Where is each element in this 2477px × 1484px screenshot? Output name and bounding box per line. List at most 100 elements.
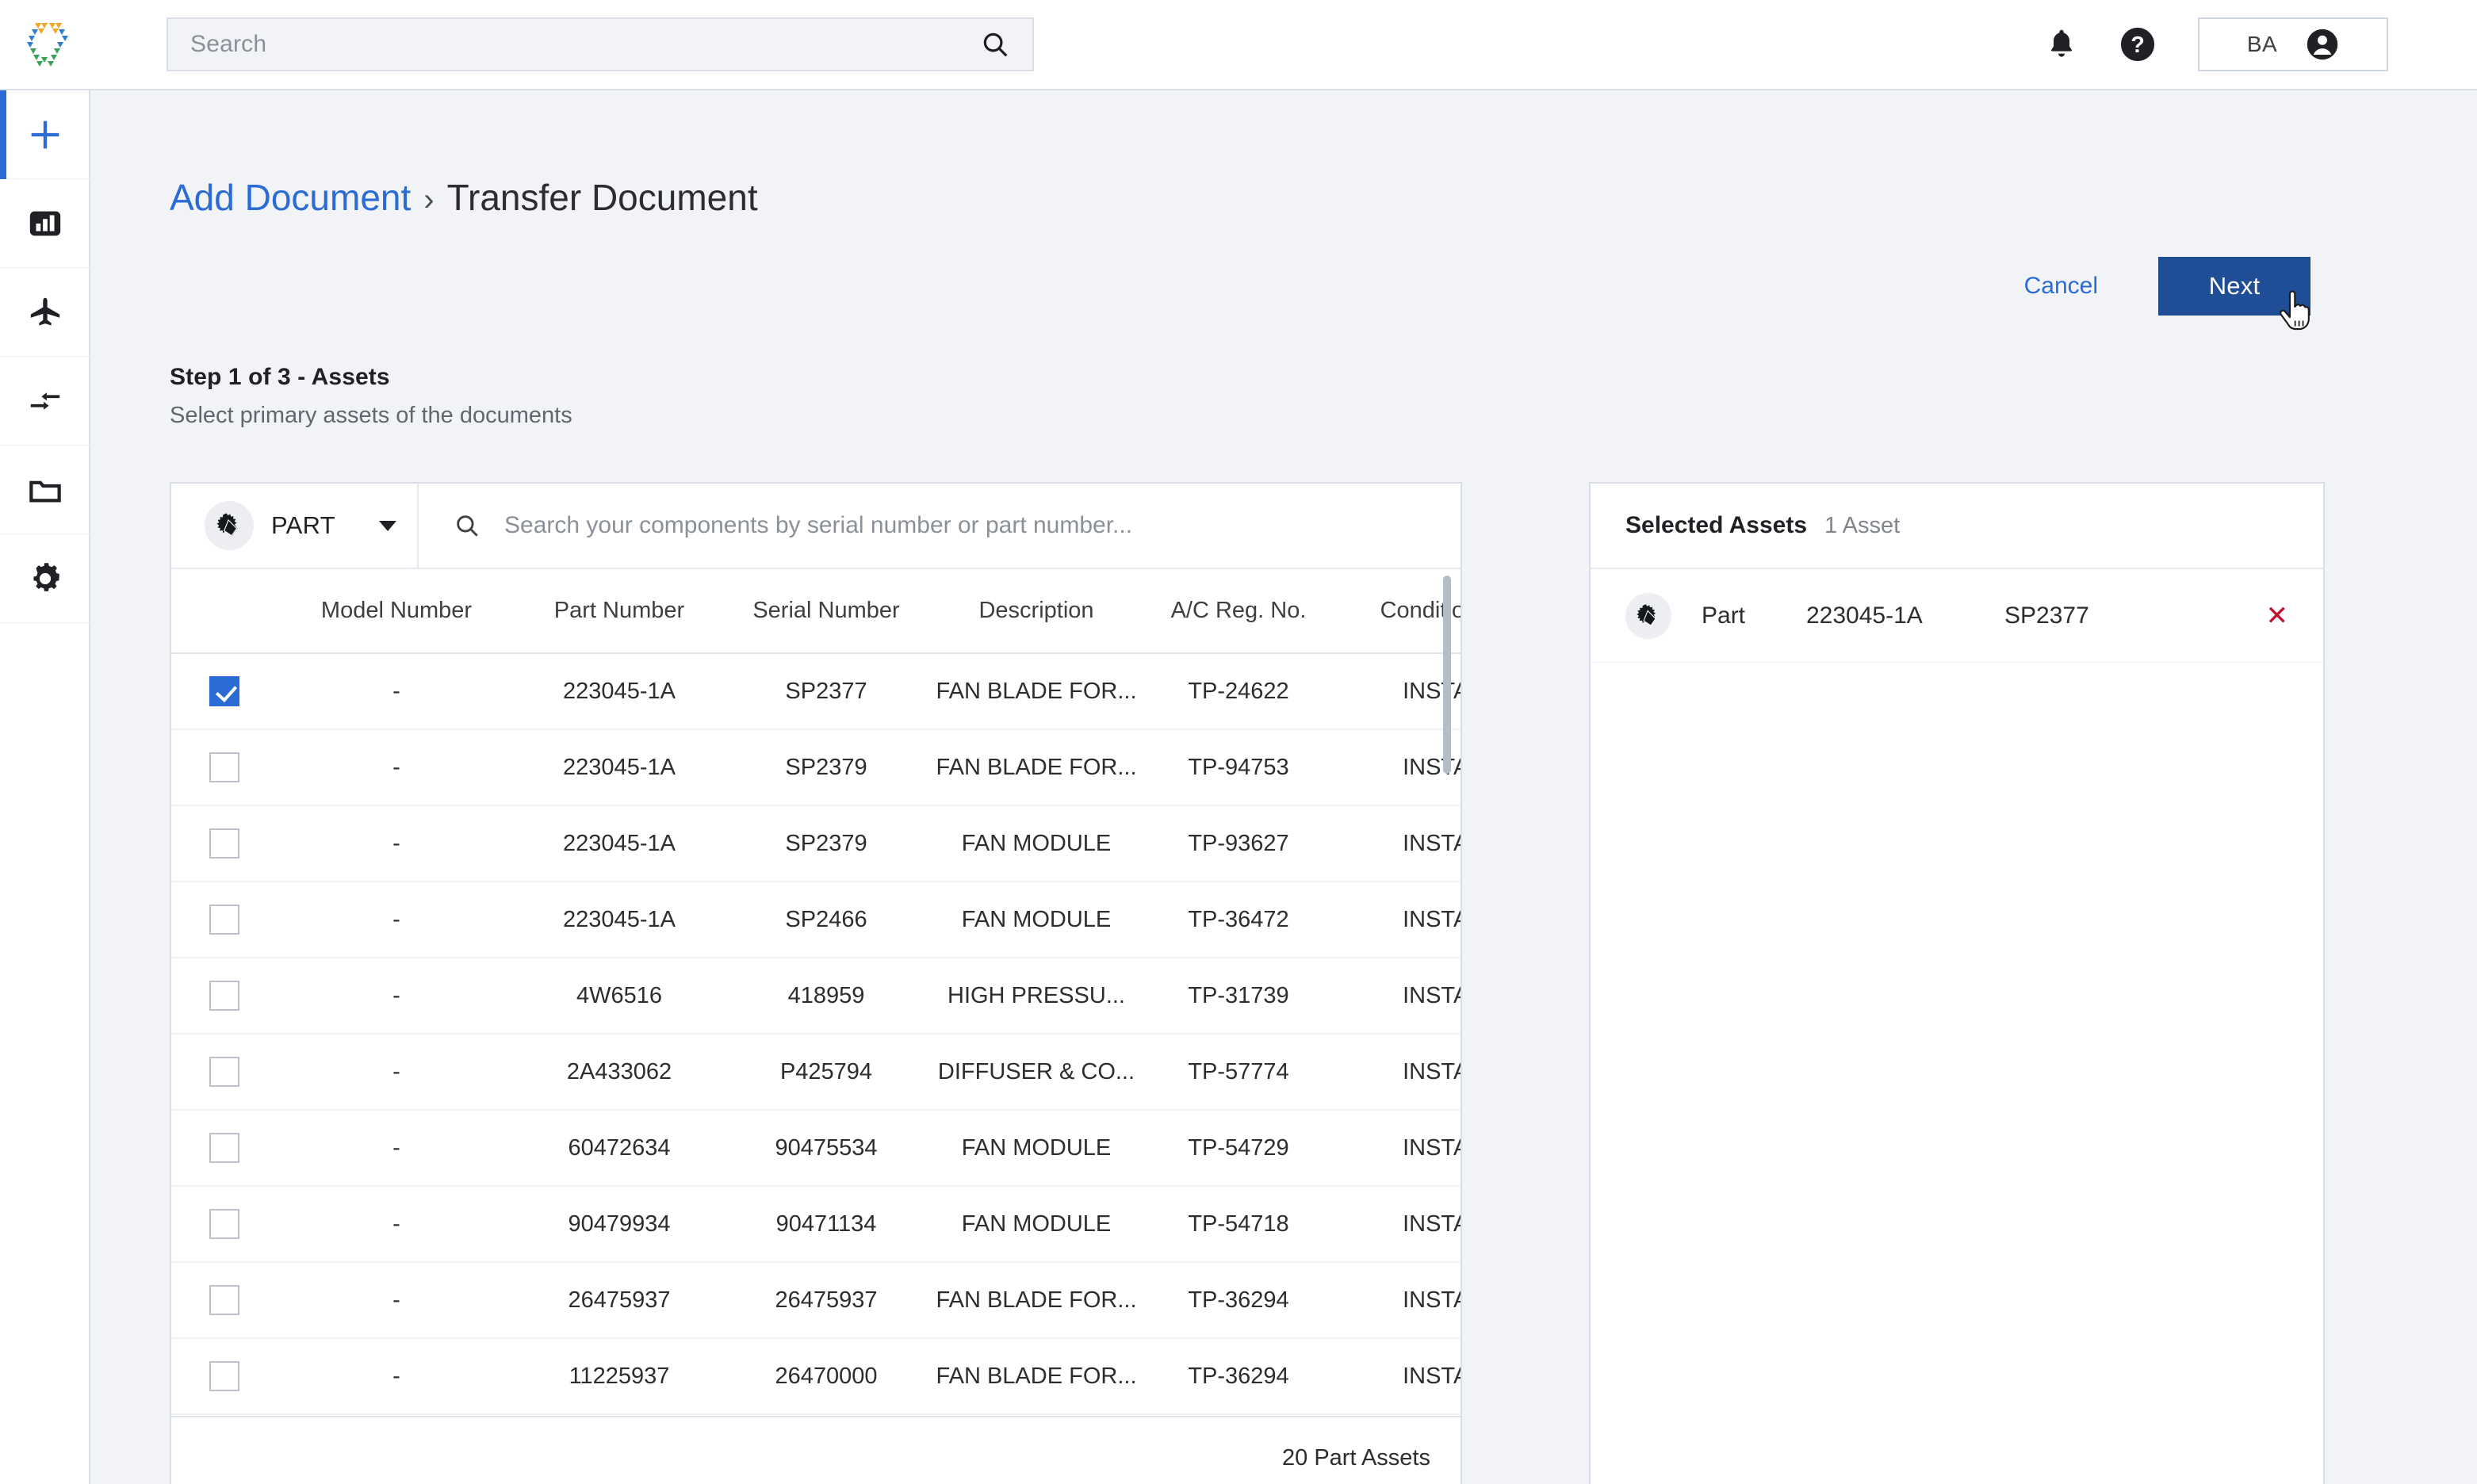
left-sidebar: [0, 90, 90, 1484]
cell-description: FAN BLADE FOR...: [929, 729, 1143, 806]
table-row[interactable]: -223045-1ASP2466FAN MODULETP-36472INSTAL…: [171, 882, 1461, 958]
transfer-arrows-icon: [30, 392, 60, 410]
sidebar-item-settings[interactable]: [0, 534, 90, 623]
col-header-serial-number[interactable]: Serial Number: [723, 569, 929, 654]
component-search[interactable]: [419, 512, 1461, 539]
table-row[interactable]: -26475937 26475937 FAN BLADE FOR... TP-3629…: [171, 1262, 1461, 1339]
row-checkbox[interactable]: [209, 752, 239, 782]
assets-table-body: -223045-1A SP2377 FAN BLADE FOR... TP-24622…: [171, 653, 1461, 1415]
breadcrumb-parent-link[interactable]: Add Document: [170, 176, 411, 219]
cell-description: FAN MODULE: [929, 882, 1143, 958]
row-select-cell[interactable]: [171, 1186, 278, 1263]
row-select-cell[interactable]: [171, 729, 278, 806]
help-button[interactable]: ?: [2100, 6, 2176, 82]
global-search-field[interactable]: Search: [167, 17, 1034, 71]
cell-serial-number: 26470000: [723, 1338, 929, 1415]
global-search-placeholder: Search: [190, 31, 267, 57]
part-glyph-icon: [216, 513, 238, 537]
sidebar-item-dashboard[interactable]: [0, 179, 90, 268]
col-header-model-number[interactable]: Model Number: [278, 569, 515, 654]
row-checkbox[interactable]: [209, 1285, 239, 1315]
cell-condition-status: INSTALLED: [1334, 958, 1461, 1035]
table-row[interactable]: -9047993490471134FAN MODULETP-54718INSTA…: [171, 1186, 1461, 1263]
cancel-button[interactable]: Cancel: [1997, 258, 2125, 315]
row-checkbox[interactable]: [209, 905, 239, 935]
col-header-part-number[interactable]: Part Number: [515, 569, 723, 654]
row-select-cell[interactable]: [171, 882, 278, 958]
part-glyph-icon: [1637, 603, 1656, 626]
row-select-cell[interactable]: [171, 958, 278, 1035]
col-header-condition-status[interactable]: Condition Status: [1334, 569, 1461, 654]
cell-part-number: 223045-1A: [515, 805, 723, 882]
cell-part-number: 223045-1A: [515, 729, 723, 806]
cell-part-number: 90479934: [515, 1186, 723, 1263]
row-checkbox[interactable]: [209, 981, 239, 1011]
folder-icon: [29, 480, 61, 503]
asset-picker-card: PART Model Number Part Nu: [170, 482, 1462, 1484]
col-header-ac-reg-no[interactable]: A/C Reg. No.: [1143, 569, 1334, 654]
row-checkbox[interactable]: [209, 1361, 239, 1391]
table-row[interactable]: -6047263490475534FAN MODULETP-54729INSTA…: [171, 1110, 1461, 1187]
sidebar-item-transfers[interactable]: [0, 357, 90, 446]
cell-part-number: 223045-1A: [515, 882, 723, 958]
cell-model-number: -: [278, 653, 515, 730]
cell-ac-reg-no: TP-54718: [1143, 1186, 1334, 1263]
row-checkbox[interactable]: [209, 1209, 239, 1239]
company-hex-logo[interactable]: [0, 0, 90, 90]
table-row[interactable]: -4W6516418959HIGH PRESSU...TP-31739INSTA…: [171, 958, 1461, 1035]
list-item[interactable]: Part 223045-1A SP2377 ✕: [1591, 569, 2323, 663]
table-scrollbar[interactable]: [1443, 572, 1456, 1413]
row-select-cell[interactable]: [171, 805, 278, 882]
notifications-button[interactable]: [2023, 6, 2100, 82]
close-x-icon[interactable]: ✕: [2266, 602, 2289, 629]
cell-description: FAN BLADE FOR...: [929, 1338, 1143, 1415]
row-checkbox[interactable]: [209, 1057, 239, 1087]
row-select-cell[interactable]: [171, 1110, 278, 1187]
table-row[interactable]: -11225937 26470000 FAN BLADE FOR... TP-3629…: [171, 1338, 1461, 1415]
cell-model-number: -: [278, 882, 515, 958]
table-row[interactable]: -223045-1ASP2379FAN MODULETP-93627INSTAL…: [171, 805, 1461, 882]
user-menu[interactable]: BA: [2198, 17, 2388, 71]
sidebar-item-add[interactable]: [0, 90, 90, 179]
user-initials: BA: [2246, 32, 2278, 56]
svg-text:?: ?: [2131, 33, 2145, 58]
row-checkbox[interactable]: [209, 828, 239, 859]
cell-description: FAN MODULE: [929, 1186, 1143, 1263]
col-header-description[interactable]: Description: [929, 569, 1143, 654]
cell-part-number: 26475937: [515, 1262, 723, 1339]
cell-ac-reg-no: TP-24622: [1143, 653, 1334, 730]
sidebar-item-documents[interactable]: [0, 446, 90, 534]
table-row[interactable]: -2A433062 P425794 DIFFUSER & CO... TP-57774…: [171, 1034, 1461, 1111]
cell-model-number: -: [278, 1338, 515, 1415]
asset-count-label: 20 Part Assets: [1282, 1444, 1430, 1471]
row-checkbox[interactable]: [209, 676, 239, 706]
cell-description: FAN BLADE FOR...: [929, 1262, 1143, 1339]
part-icon: [205, 501, 254, 550]
cell-serial-number: SP2379: [723, 805, 929, 882]
cell-model-number: -: [278, 1186, 515, 1263]
table-row[interactable]: -223045-1A SP2379 FAN BLADE FOR... TP-94753…: [171, 729, 1461, 806]
table-scrollbar-thumb[interactable]: [1443, 576, 1451, 774]
assets-table-wrapper: Model Number Part Number Serial Number D…: [171, 569, 1461, 1416]
cell-serial-number: 26475937: [723, 1262, 929, 1339]
chevron-down-icon: [379, 520, 396, 531]
table-row[interactable]: -223045-1A SP2377 FAN BLADE FOR... TP-24622…: [171, 653, 1461, 730]
sidebar-item-fleet[interactable]: [0, 268, 90, 357]
page-content: Add Document › Transfer Document Cancel …: [90, 90, 2477, 1484]
assets-table-footer: 20 Part Assets: [171, 1416, 1461, 1484]
cell-ac-reg-no: TP-36472: [1143, 882, 1334, 958]
cell-condition-status: INSTALLED: [1334, 653, 1461, 730]
row-select-cell[interactable]: [171, 1034, 278, 1111]
row-select-cell[interactable]: [171, 1262, 278, 1339]
cell-serial-number: SP2379: [723, 729, 929, 806]
cell-part-number: 2A433062: [515, 1034, 723, 1111]
asset-type-select[interactable]: PART: [171, 483, 419, 568]
mouse-cursor-pointer-icon: [2280, 290, 2310, 331]
component-search-input[interactable]: [504, 512, 1461, 539]
cell-part-number: 223045-1A: [515, 653, 723, 730]
row-checkbox[interactable]: [209, 1133, 239, 1163]
cell-ac-reg-no: TP-36294: [1143, 1262, 1334, 1339]
cell-serial-number: 418959: [723, 958, 929, 1035]
row-select-cell[interactable]: [171, 653, 278, 730]
row-select-cell[interactable]: [171, 1338, 278, 1415]
